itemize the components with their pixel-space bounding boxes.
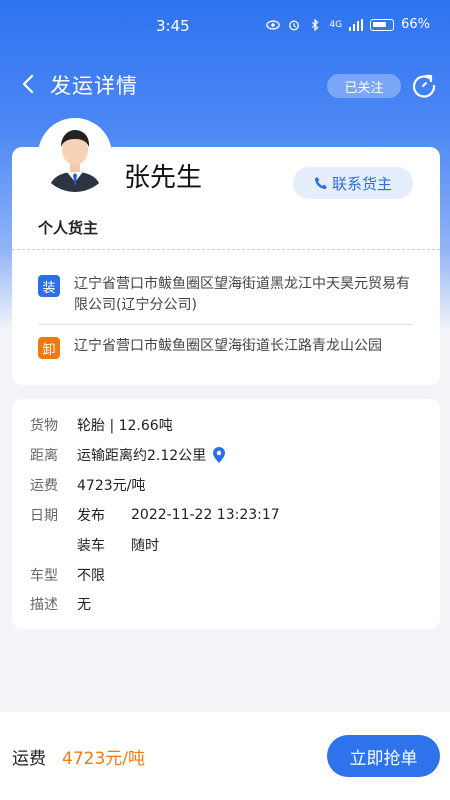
unload-address-row: 卸 辽宁省营口市鲅鱼圈区望海街道长江路青龙山公园 — [38, 336, 418, 359]
bottom-freight-label: 运费 — [12, 749, 46, 769]
distance-value: 运输距离约2.12公里 — [77, 448, 207, 464]
description-value: 无 — [77, 597, 91, 613]
vehicle-label: 车型 — [30, 568, 58, 584]
bluetooth-icon — [312, 18, 319, 31]
distance-row: 距离 运输距离约2.12公里 — [30, 445, 226, 465]
publish-value: 2022-11-22 13:23:17 — [131, 507, 280, 523]
bottom-freight-price: 4723元/吨 — [62, 749, 145, 769]
loading-label: 装车 — [77, 538, 105, 554]
date-label: 日期 — [30, 508, 58, 524]
eye-icon — [266, 19, 281, 30]
refresh-icon — [412, 74, 436, 98]
page-title: 发运详情 — [50, 74, 138, 98]
refresh-button[interactable] — [410, 72, 438, 100]
status-bar: 3:45 4G 66% — [0, 0, 450, 52]
network-type: 4G — [329, 19, 343, 30]
grab-order-button[interactable]: 立即抢单 — [327, 735, 440, 777]
owner-type: 个人货主 — [38, 219, 99, 237]
vehicle-row: 车型 不限 — [30, 565, 105, 585]
description-label: 描述 — [30, 597, 58, 613]
date-row: 日期 发布 2022-11-22 13:23:17 — [30, 505, 280, 525]
follow-button[interactable]: 已关注 — [327, 74, 401, 98]
location-pin-icon[interactable] — [212, 447, 226, 463]
user-avatar-icon — [38, 118, 112, 192]
address-divider — [38, 324, 413, 325]
unload-tag: 卸 — [38, 337, 60, 359]
unload-address: 辽宁省营口市鲅鱼圈区望海街道长江路青龙山公园 — [74, 338, 382, 354]
alarm-icon — [289, 20, 300, 30]
divider — [12, 249, 440, 250]
cargo-value: 轮胎 | 12.66吨 — [77, 418, 173, 434]
contact-owner-label: 联系货主 — [331, 174, 392, 193]
battery-level: 66% — [401, 17, 430, 32]
battery-icon — [370, 18, 395, 31]
cargo-label: 货物 — [30, 418, 58, 434]
freight-value: 4723元/吨 — [77, 478, 146, 494]
avatar — [38, 118, 112, 192]
loading-value: 随时 — [131, 538, 159, 554]
signal-icon — [349, 18, 364, 31]
chevron-left-icon — [22, 74, 34, 94]
owner-name: 张先生 — [124, 163, 203, 193]
contact-owner-button[interactable]: 联系货主 — [293, 167, 413, 199]
publish-label: 发布 — [77, 508, 105, 524]
bottom-action-bar: 运费 4723元/吨 立即抢单 — [0, 712, 450, 800]
navigation-bar: 发运详情 已关注 — [0, 62, 450, 108]
load-tag: 装 — [38, 275, 60, 297]
distance-label: 距离 — [30, 448, 58, 464]
freight-label: 运费 — [30, 478, 58, 494]
loading-time-row: 装车 随时 — [30, 535, 159, 555]
phone-icon — [314, 177, 327, 189]
status-time: 3:45 — [156, 17, 190, 35]
freight-row: 运费 4723元/吨 — [30, 475, 145, 495]
vehicle-value: 不限 — [77, 568, 105, 584]
load-address: 辽宁省营口市鲅鱼圈区望海街道黑龙江中天昊元贸易有限公司(辽宁分公司) — [74, 276, 410, 313]
description-row: 描述 无 — [30, 594, 91, 614]
back-button[interactable] — [14, 70, 42, 98]
shipment-details-card: 货物 轮胎 | 12.66吨 距离 运输距离约2.12公里 运费 4723元/吨… — [12, 399, 440, 629]
status-icons: 4G 66% — [266, 17, 430, 32]
load-address-row: 装 辽宁省营口市鲅鱼圈区望海街道黑龙江中天昊元贸易有限公司(辽宁分公司) — [38, 274, 418, 316]
cargo-row: 货物 轮胎 | 12.66吨 — [30, 415, 173, 435]
